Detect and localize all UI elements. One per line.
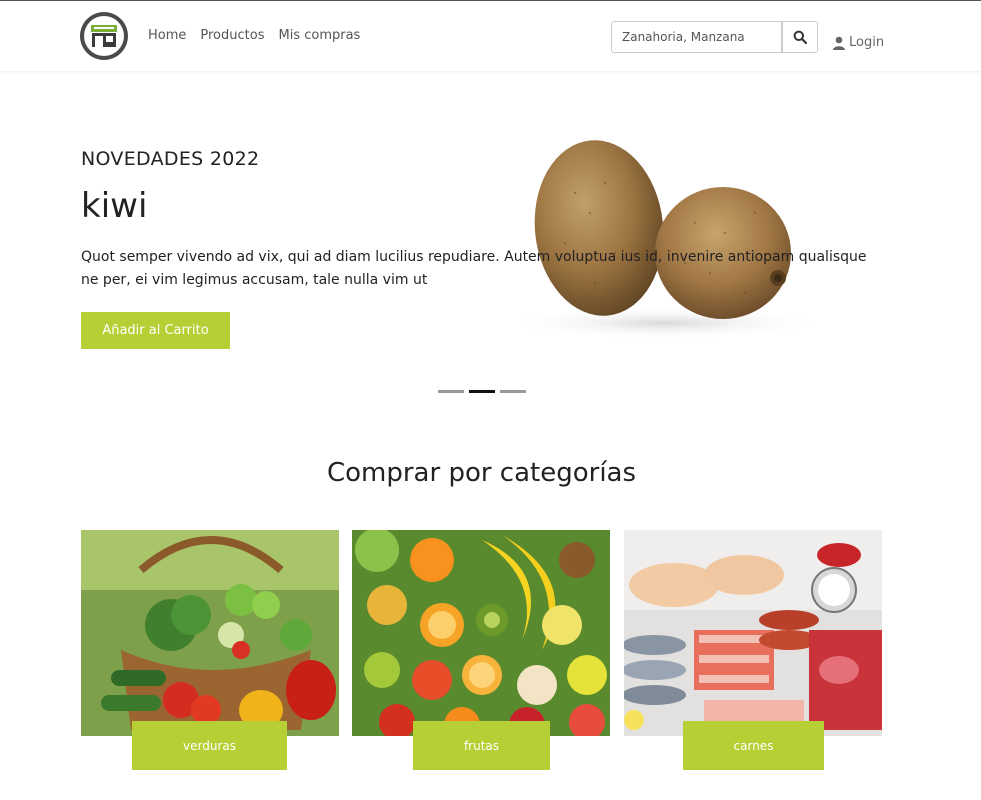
navbar: Home Productos Mis compras Login [0,1,981,71]
categories-title: Comprar por categorías [326,458,637,488]
login-link[interactable]: Login [832,35,884,50]
carousel-indicator-1[interactable] [438,390,464,393]
login-label: Login [849,35,885,50]
category-card-verduras[interactable] [81,530,339,736]
carousel-indicators [438,390,526,393]
main-nav: Home Productos Mis compras [148,28,360,43]
carousel-indicator-2[interactable] [469,390,495,393]
search-icon [793,30,807,44]
vegetables-image [81,530,339,736]
search-button[interactable] [782,21,818,53]
category-card-frutas[interactable] [352,530,610,736]
hero-description: Quot semper vivendo ad vix, qui ad diam … [81,249,867,288]
store-icon [84,16,124,56]
kiwi-image [495,133,825,343]
search-input[interactable] [611,21,782,53]
fruits-image [352,530,610,736]
category-card-carnes[interactable] [624,530,882,736]
user-icon [833,36,845,50]
category-button-carnes[interactable]: carnes [683,721,824,770]
hero-eyebrow: NOVEDADES 2022 [81,148,260,170]
meats-image [624,530,882,736]
nav-productos[interactable]: Productos [200,28,264,43]
store-logo[interactable] [80,12,128,60]
nav-home[interactable]: Home [148,28,186,43]
category-button-frutas[interactable]: frutas [413,721,550,770]
carousel-indicator-3[interactable] [500,390,526,393]
hero-title: kiwi [81,186,148,226]
category-button-verduras[interactable]: verduras [132,721,287,770]
nav-mis-compras[interactable]: Mis compras [278,28,360,43]
add-to-cart-button[interactable]: Añadir al Carrito [81,312,230,349]
